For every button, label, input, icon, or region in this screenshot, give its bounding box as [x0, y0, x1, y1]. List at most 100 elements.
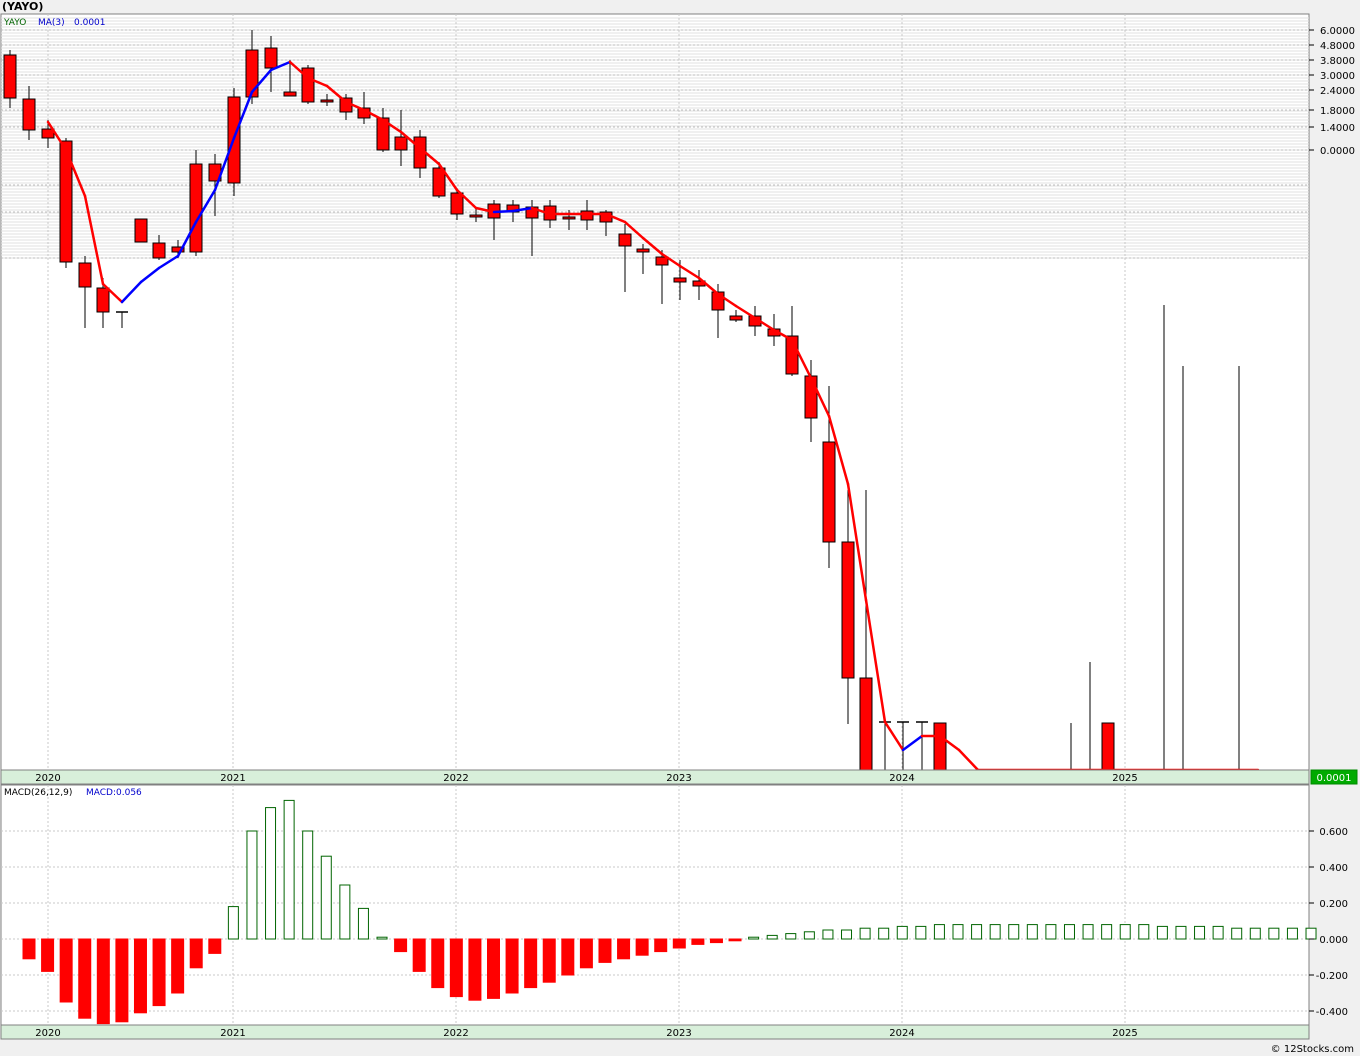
- macd-bar-negative: [487, 938, 500, 999]
- price-axis-label: 3.0000: [1320, 71, 1355, 82]
- candle-body: [22, 98, 36, 131]
- year-label: 2023: [666, 1028, 691, 1039]
- macd-axis-label: 0.000: [1319, 935, 1348, 946]
- candle-body: [245, 49, 259, 98]
- year-label: 2021: [220, 1028, 245, 1039]
- macd-bar-negative: [579, 938, 593, 969]
- macd-bar-negative: [505, 938, 519, 994]
- candle-body: [804, 375, 818, 419]
- macd-bar-negative: [672, 938, 686, 949]
- macd-bar-negative: [431, 938, 445, 989]
- macd-bar-positive: [1156, 925, 1168, 940]
- candle-body: [469, 214, 483, 218]
- macd-bar-positive: [283, 799, 295, 940]
- ma-segment: [492, 209, 515, 214]
- legend-ma-value: 0.0001: [74, 18, 106, 28]
- macd-bar-positive: [320, 855, 332, 940]
- macd-axis-label: 0.400: [1319, 863, 1348, 874]
- year-label: 2023: [666, 773, 691, 784]
- macd-bar-positive: [246, 830, 258, 940]
- macd-bar-positive: [822, 929, 834, 940]
- macd-bar-positive: [841, 929, 853, 940]
- year-label: 2022: [443, 1028, 468, 1039]
- candle-body: [283, 91, 297, 97]
- macd-bar-positive: [265, 807, 277, 940]
- macd-bar-negative: [691, 938, 705, 945]
- candle-body: [152, 242, 166, 259]
- macd-bar-negative: [115, 938, 129, 1023]
- year-label: 2024: [889, 773, 914, 784]
- macd-axis-label: -0.400: [1316, 1007, 1348, 1018]
- macd-bar-positive: [748, 936, 760, 940]
- macd-bar-positive: [1119, 924, 1131, 940]
- macd-bar-positive: [376, 936, 388, 940]
- macd-bar-positive: [1063, 924, 1075, 940]
- macd-bar-negative: [41, 938, 55, 972]
- macd-bar-negative: [133, 938, 147, 1014]
- price-axis-label: 6.0000: [1320, 26, 1355, 37]
- macd-bar-positive: [357, 907, 369, 940]
- macd-bar-positive: [1175, 925, 1187, 940]
- candle-body: [264, 47, 278, 69]
- candle-body: [673, 277, 687, 283]
- macd-bar-positive: [1138, 924, 1150, 940]
- macd-bar-positive: [1231, 927, 1243, 940]
- macd-bar-positive: [1305, 927, 1317, 940]
- candle-body: [134, 218, 148, 243]
- macd-axis-label: 0.600: [1319, 827, 1348, 838]
- year-label: 2022: [443, 773, 468, 784]
- macd-bar-negative: [542, 938, 556, 983]
- macd-bar-positive: [1045, 924, 1057, 940]
- candle-body: [933, 722, 947, 771]
- macd-axis-label: 0.200: [1319, 899, 1348, 910]
- candle-body: [394, 136, 408, 151]
- chart-title: (YAYO): [2, 0, 44, 13]
- macd-bar-negative: [22, 938, 36, 960]
- candle-body: [841, 541, 855, 679]
- macd-bar-positive: [1101, 924, 1113, 940]
- legend-ma-label: MA(3): [38, 18, 65, 28]
- macd-bar-negative: [394, 938, 408, 953]
- macd-bar-positive: [1268, 927, 1280, 940]
- candle-body: [822, 441, 836, 543]
- candle-body: [189, 163, 203, 253]
- macd-bar-positive: [1026, 924, 1038, 940]
- price-axis-label: 1.4000: [1320, 123, 1355, 134]
- macd-bar-positive: [339, 884, 351, 940]
- year-label: 2025: [1112, 1028, 1137, 1039]
- macd-bar-positive: [803, 931, 815, 940]
- candle-body: [562, 216, 576, 220]
- price-axis: 6.0000 4.8000 3.8000 3.0000 2.4000 1.8000 1.40…: [1309, 26, 1355, 157]
- legend-symbol: YAYO: [3, 18, 26, 28]
- candle-body: [78, 262, 92, 288]
- year-label: 2020: [35, 773, 60, 784]
- candle-body: [859, 677, 873, 771]
- price-tag-text: 0.0001: [1317, 773, 1352, 784]
- macd-bar-negative: [635, 938, 649, 956]
- macd-bar-positive: [933, 924, 945, 940]
- macd-bar-positive: [1008, 924, 1020, 940]
- macd-bar-negative: [78, 938, 92, 1019]
- macd-panel: [0, 784, 1310, 1026]
- macd-bar-negative: [709, 938, 723, 944]
- price-axis-label: 4.8000: [1320, 41, 1355, 52]
- stock-chart: 6.0000 4.8000 3.8000 3.0000 2.4000 1.8000 1.40…: [0, 13, 1358, 1040]
- macd-legend-label: MACD(26,12,9): [4, 788, 72, 798]
- macd-bar-positive: [859, 927, 871, 940]
- macd-bar-positive: [971, 924, 983, 940]
- macd-bar-negative: [728, 938, 742, 942]
- year-label: 2024: [889, 1028, 914, 1039]
- macd-bar-negative: [412, 938, 426, 972]
- macd-bar-positive: [989, 924, 1001, 940]
- macd-bar-positive: [952, 924, 964, 940]
- macd-bar-positive: [896, 925, 908, 940]
- candle-body: [450, 192, 464, 215]
- macd-bar-positive: [1194, 925, 1206, 940]
- macd-bar-negative: [524, 938, 538, 989]
- year-label: 2020: [35, 1028, 60, 1039]
- candle-body: [580, 210, 594, 221]
- macd-bar-negative: [654, 938, 668, 953]
- price-axis-label: 1.8000: [1320, 106, 1355, 117]
- macd-bar-negative: [449, 938, 463, 998]
- macd-bar-negative: [59, 938, 73, 1003]
